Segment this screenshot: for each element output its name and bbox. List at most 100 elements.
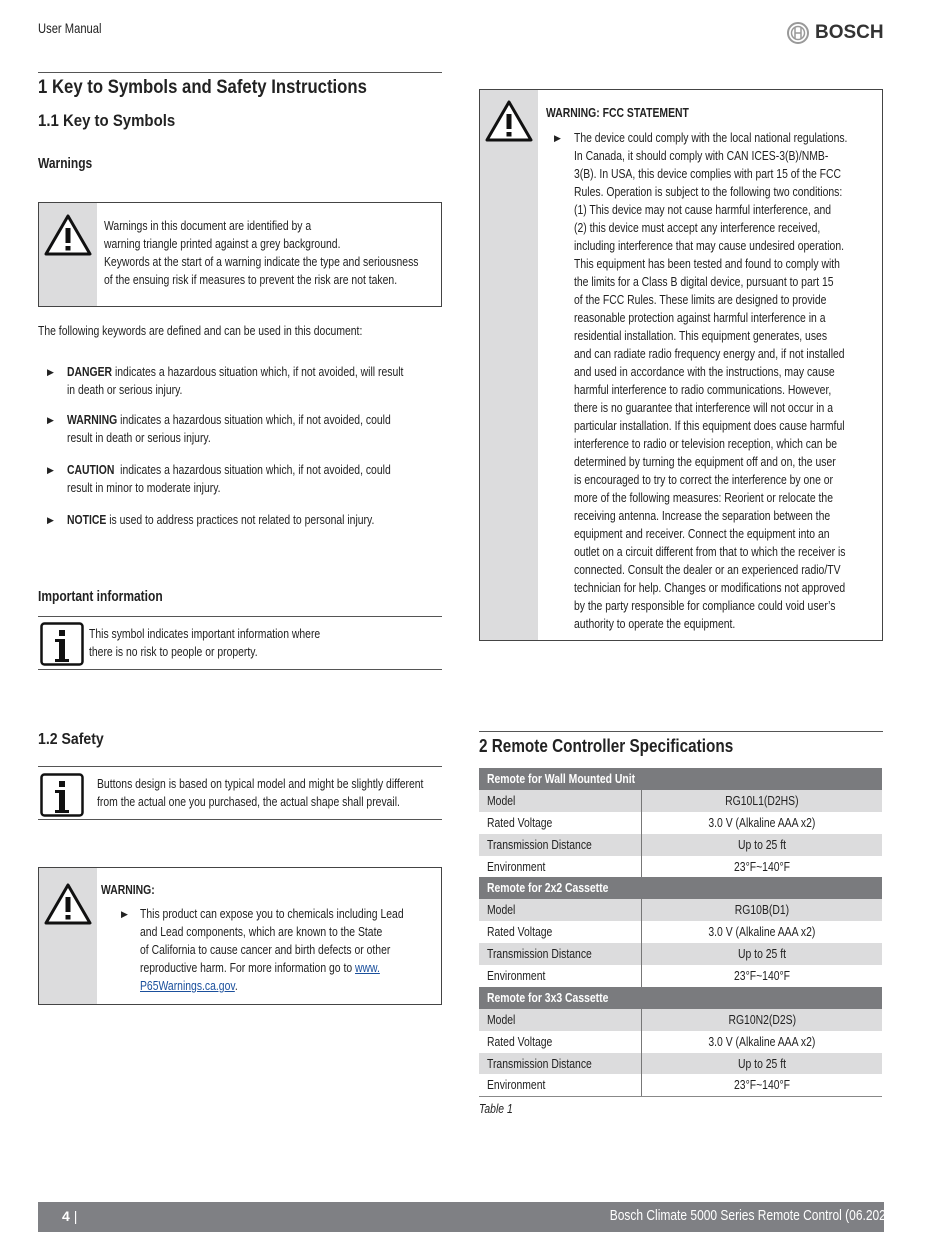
fcc-text-line: reasonable protection against harmful in… [574,310,826,325]
text-line: result in death or serious injury. [67,430,211,445]
table-row: Rated Voltage 3.0 V (Alkaline AAA x2) [479,921,882,944]
fcc-text-line: 3(B). In USA, this device complies with … [574,166,842,181]
subsection-title: 1.1 Key to Symbols [38,111,176,130]
table-row: Environment 23°F~140°F [479,1074,882,1097]
fcc-text-line: the limits for a Class B digital device,… [574,274,834,289]
spec-label: Model [479,789,642,812]
spec-label: Transmission Distance [479,1052,642,1075]
page-footer: 4 | Bosch Climate 5000 Series Remote Con… [38,1202,897,1232]
keyword-term: CAUTION [67,462,115,477]
text-line: Warnings in this document are identified… [104,218,312,233]
fcc-warning-box: WARNING: FCC STATEMENT ▶ The device coul… [479,89,883,641]
spec-value: RG10N2(D2S) [728,1011,796,1027]
text-line: of California to cause cancer and birth … [140,942,391,957]
spec-label: Rated Voltage [479,921,642,944]
fcc-text-line: This equipment has been tested and found… [574,256,840,271]
fcc-text-line: is encouraged to try to correct the inte… [574,472,833,487]
text-line: This symbol indicates important informat… [89,626,321,641]
fcc-text-line: there is no guarantee that interference … [574,400,833,415]
spec-label: Environment [479,1074,642,1097]
spec-label: Transmission Distance [479,833,642,856]
text-line: there is no risk to people or property. [89,644,258,659]
fcc-text-line: residential installation. This equipment… [574,328,828,343]
table-caption: Table 1 [479,1101,513,1116]
spec-label: Environment [479,965,642,987]
text-line: This product can expose you to chemicals… [140,906,404,921]
fcc-text-line: by the party responsible for compliance … [574,598,836,613]
p65-link[interactable]: www. [355,960,380,975]
spec-value: Up to 25 ft [737,836,786,852]
fcc-text-line: The device could comply with the local n… [574,130,848,145]
fcc-text-line: interference to radio or television rece… [574,436,838,451]
fcc-text-line: determined by turning the equipment off … [574,454,836,469]
safety-title: 1.2 Safety [38,731,104,748]
table-group-header: Remote for 3x3 Cassette [479,986,882,1009]
bullet-icon: ▶ [47,415,54,425]
fcc-text-line: Rules. Operation is subject to the follo… [574,184,843,199]
bullet-icon: ▶ [47,515,54,525]
spec-label: Rated Voltage [479,811,642,834]
important-heading: Important information [38,588,163,605]
text-line: Keywords at the start of a warning indic… [104,254,419,269]
warnings-heading: Warnings [38,155,93,172]
text-line: of the ensuing risk if measures to preve… [104,272,398,287]
table-row: Model RG10N2(D2S) [479,1008,882,1031]
fcc-text-line: including interference that may cause un… [574,238,844,253]
fcc-text-line: equipment and receiver. Connect the equi… [574,526,830,541]
fcc-text-line: In Canada, it should comply with CAN ICE… [574,148,829,163]
spec-value: 23°F~140°F [733,1077,791,1093]
text-line: warning triangle printed against a grey … [104,236,341,251]
spec-label: Transmission Distance [479,943,642,966]
text-line: Buttons design is based on typical model… [97,776,424,791]
table-row: Environment 23°F~140°F [479,855,882,878]
table-row: Transmission Distance Up to 25 ft [479,943,882,966]
footer-title: Bosch Climate 5000 Series Remote Control… [609,1207,897,1224]
info-icon [40,622,84,666]
section-title: 1 Key to Symbols and Safety Instructions [38,77,367,98]
specs-title: 2 Remote Controller Specifications [479,736,734,756]
specs-table: Remote for Wall Mounted Unit Model RG10L1(… [479,768,882,1097]
fcc-text-line: receiving antenna. Increase the separati… [574,508,831,523]
warning-info-box: Warnings in this document are identified… [38,202,442,307]
text-line: in death or serious injury. [67,382,183,397]
text-line: P65Warnings.ca.gov. [140,978,238,993]
prop65-warning-box: WARNING: ▶ This product can expose you t… [38,867,442,1005]
text-line: NOTICE is used to address practices not … [67,512,375,527]
spec-label: Rated Voltage [479,1030,642,1053]
text-line: DANGER indicates a hazardous situation w… [67,364,404,379]
text-line: CAUTION indicates a hazardous situation … [67,462,391,477]
fcc-text-line: connected. Consult the dealer or an expe… [574,562,841,577]
fcc-text-line: and used in accordance with the instruct… [574,364,835,379]
fcc-text-line: (2) this device must accept any interfer… [574,220,821,235]
fcc-title: WARNING: FCC STATEMENT [546,105,689,120]
fcc-text-line: and can radiate radio frequency energy a… [574,346,845,361]
spec-label: Environment [479,855,642,878]
bullet-icon: ▶ [554,133,561,143]
keyword-term: WARNING [67,412,118,427]
text-line: and Lead components, which are known to … [140,924,383,939]
warning-triangle-icon [44,883,92,925]
p65-link[interactable]: P65Warnings.ca.gov [140,978,235,993]
warning-title: WARNING: [101,882,155,897]
spec-value: Up to 25 ft [737,946,786,962]
table-row: Rated Voltage 3.0 V (Alkaline AAA x2) [479,811,882,834]
spec-label: Model [479,1008,642,1031]
info-icon [40,773,84,817]
table-group-header: Remote for 2x2 Cassette [479,877,882,900]
spec-value: 3.0 V (Alkaline AAA x2) [708,814,816,830]
keywords-intro: The following keywords are defined and c… [38,323,363,338]
spec-value: 3.0 V (Alkaline AAA x2) [708,1033,816,1049]
warning-triangle-icon [44,214,92,256]
page-number: 4 | [62,1208,78,1224]
bullet-icon: ▶ [121,909,128,919]
spec-value: RG10B(D1) [734,902,790,918]
fcc-text-line: more of the following measures: Reorient… [574,490,833,505]
table-row: Model RG10L1(D2HS) [479,789,882,812]
fcc-text-line: harmful interference to radio communicat… [574,382,832,397]
bullet-icon: ▶ [47,465,54,475]
table-row: Environment 23°F~140°F [479,965,882,987]
keyword-term: DANGER [67,364,113,379]
table-row: Model RG10B(D1) [479,899,882,922]
spec-value: Up to 25 ft [737,1055,786,1071]
bosch-armature-icon [787,22,809,44]
